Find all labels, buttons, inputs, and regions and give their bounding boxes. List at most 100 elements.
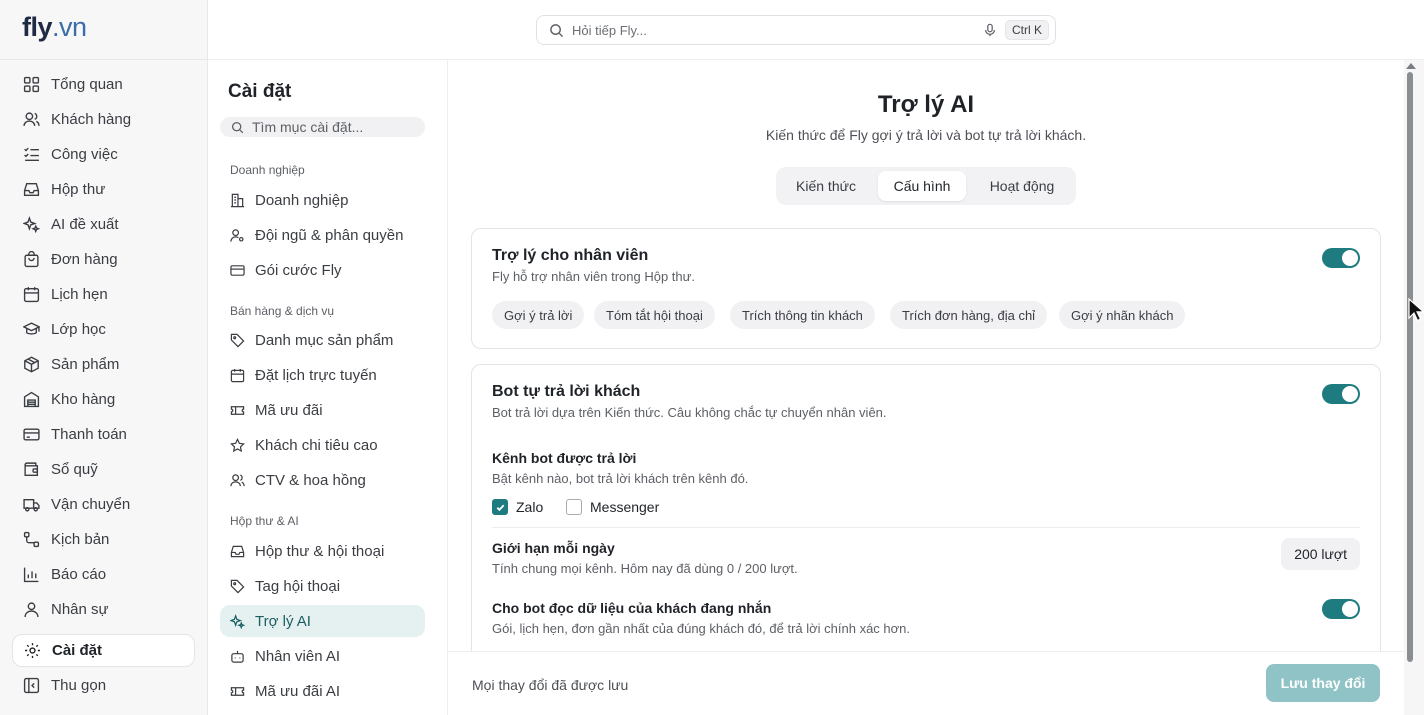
settings-item-affiliate[interactable]: CTV & hoa hồng [220, 464, 425, 496]
card-subtitle: Fly hỗ trợ nhân viên trong Hộp thư. [492, 269, 695, 284]
divider [0, 59, 207, 60]
nav-item-label: Kho hàng [51, 391, 116, 408]
staff-assistant-toggle[interactable] [1322, 248, 1360, 268]
nav-item-label: Nhân sự [51, 601, 109, 618]
nav-item-label: Tổng quan [51, 76, 123, 93]
settings-item-catalog[interactable]: Danh mục sản phẩm [220, 324, 425, 356]
staff-assistant-card: Trợ lý cho nhân viên Fly hỗ trợ nhân viê… [471, 228, 1381, 349]
group-label-sales: Bán hàng & dịch vụ [230, 304, 335, 318]
save-status: Mọi thay đổi đã được lưu [472, 677, 629, 693]
settings-item-label: Mã ưu đãi [255, 401, 323, 419]
star-icon [230, 437, 245, 452]
shortcut-badge: Ctrl K [1005, 20, 1049, 40]
sparkles-icon [23, 216, 40, 233]
scroll-up-arrow-icon[interactable] [1406, 63, 1416, 69]
shopping-bag-icon [24, 251, 39, 268]
settings-item-label: CTV & hoa hồng [255, 471, 366, 489]
nav-item-label: Báo cáo [51, 566, 107, 583]
settings-item-business[interactable]: Doanh nghiệp [220, 184, 425, 216]
settings-search-placeholder: Tìm mục cài đặt... [252, 119, 364, 135]
nav-item-appointments[interactable]: Lịch hẹn [12, 278, 195, 311]
gear-icon [25, 643, 40, 658]
nav-item-label: Sổ quỹ [51, 461, 98, 478]
feature-chip: Tóm tắt hội thoại [594, 301, 715, 329]
tag-icon [230, 333, 245, 347]
nav-item-cashbook[interactable]: Sổ quỹ [12, 453, 195, 486]
microphone-icon[interactable] [983, 23, 997, 37]
card-title: Bot tự trả lời khách [492, 383, 641, 400]
channel-messenger-checkbox[interactable]: Messenger [566, 499, 659, 515]
nav-item-shipping[interactable]: Vận chuyển [12, 488, 195, 521]
main-content: Trợ lý AI Kiến thức để Fly gợi ý trả lời… [448, 60, 1404, 715]
nav-item-reports[interactable]: Báo cáo [12, 558, 195, 591]
nav-item-label: Đơn hàng [51, 251, 118, 268]
settings-item-vip[interactable]: Khách chi tiêu cao [220, 429, 425, 461]
page-title: Trợ lý AI [877, 91, 975, 118]
tag-icon [230, 579, 245, 593]
collapse-button[interactable]: Thu gọn [12, 669, 195, 702]
nav-item-inbox[interactable]: Hộp thư [12, 173, 195, 206]
settings-item-plan[interactable]: Gói cước Fly [220, 254, 425, 286]
feature-chip: Trích đơn hàng, địa chỉ [890, 301, 1048, 329]
settings-item-label: Danh mục sản phẩm [255, 331, 394, 349]
tab-knowledge[interactable]: Kiến thức [780, 171, 872, 201]
sidebar-collapse-icon [23, 677, 40, 694]
graduation-cap-icon [23, 322, 40, 335]
nav-item-label: Thanh toán [51, 426, 127, 443]
nav-item-classes[interactable]: Lớp học [12, 313, 195, 346]
nav-item-payments[interactable]: Thanh toán [12, 418, 195, 451]
save-button[interactable]: Lưu thay đổi [1266, 664, 1380, 702]
credit-card-icon [23, 428, 40, 441]
nav-item-warehouse[interactable]: Kho hàng [12, 383, 195, 416]
page-subtitle: Kiến thức để Fly gợi ý trả lời và bot tự… [765, 127, 1087, 143]
tab-activity[interactable]: Hoạt động [972, 171, 1072, 201]
settings-item-inbox[interactable]: Hộp thư & hội thoại [220, 535, 425, 567]
main-sidebar: fly.vn Tổng quan Khách hàng Công việc Hộ… [0, 0, 208, 715]
nav-item-overview[interactable]: Tổng quan [12, 68, 195, 101]
channel-label: Messenger [590, 499, 660, 515]
settings-item-label: Đặt lịch trực tuyến [255, 366, 377, 384]
settings-sidebar: Cài đặt Tìm mục cài đặt... Doanh nghiệp … [208, 60, 448, 715]
settings-item-booking[interactable]: Đặt lịch trực tuyến [220, 359, 425, 391]
bar-chart-icon [23, 567, 39, 583]
mouse-cursor-icon [1408, 298, 1424, 322]
scrollbar-thumb[interactable] [1407, 72, 1413, 662]
global-search[interactable]: Hỏi tiếp Fly... Ctrl K [536, 15, 1056, 45]
users-icon [23, 112, 40, 126]
card-subtitle: Bot trả lời dựa trên Kiến thức. Câu khôn… [492, 405, 887, 420]
nav-item-label: Lịch hẹn [51, 286, 108, 303]
feature-chip: Gợi ý nhãn khách [1059, 301, 1186, 329]
warehouse-icon [23, 391, 40, 408]
wallet-icon [24, 462, 39, 477]
nav-item-customers[interactable]: Khách hàng [12, 103, 195, 136]
calendar-icon [23, 287, 40, 303]
channel-label: Zalo [516, 499, 544, 515]
card-title: Trợ lý cho nhân viên [492, 247, 649, 264]
nav-item-scripts[interactable]: Kịch bản [12, 523, 195, 556]
nav-item-ai-suggest[interactable]: AI đề xuất [12, 208, 195, 241]
settings-item-coupons[interactable]: Mã ưu đãi [220, 394, 425, 426]
search-icon [231, 121, 244, 133]
group-label-inbox-ai: Hộp thư & AI [230, 514, 299, 528]
settings-search-input[interactable]: Tìm mục cài đặt... [220, 117, 425, 137]
settings-item-ai-assistant[interactable]: Trợ lý AI [220, 605, 425, 637]
settings-item-label: Mã ưu đãi AI [255, 682, 341, 700]
nav-item-orders[interactable]: Đơn hàng [12, 243, 195, 276]
channel-zalo-checkbox[interactable]: Zalo [492, 499, 543, 515]
read-data-toggle[interactable] [1322, 599, 1360, 619]
nav-item-label: Kịch bản [51, 531, 110, 548]
settings-item-ai-staff[interactable]: Nhân viên AI [220, 640, 425, 672]
daily-limit-input[interactable]: 200 lượt [1281, 538, 1360, 570]
nav-item-products[interactable]: Sản phẩm [12, 348, 195, 381]
bot-auto-reply-toggle[interactable] [1322, 384, 1360, 404]
logo[interactable]: fly.vn [22, 12, 87, 43]
nav-item-tasks[interactable]: Công việc [12, 138, 195, 171]
settings-item-tags[interactable]: Tag hội thoại [220, 570, 425, 602]
nav-item-staff[interactable]: Nhân sự [12, 593, 195, 626]
nav-item-label: Lớp học [51, 321, 106, 338]
nav-item-settings[interactable]: Cài đặt [12, 634, 195, 667]
settings-item-ai-coupons[interactable]: Mã ưu đãi AI [220, 675, 425, 707]
settings-item-team[interactable]: Đội ngũ & phân quyền [220, 219, 425, 251]
credit-card-icon [230, 264, 245, 276]
tab-config[interactable]: Cấu hình [878, 171, 966, 201]
